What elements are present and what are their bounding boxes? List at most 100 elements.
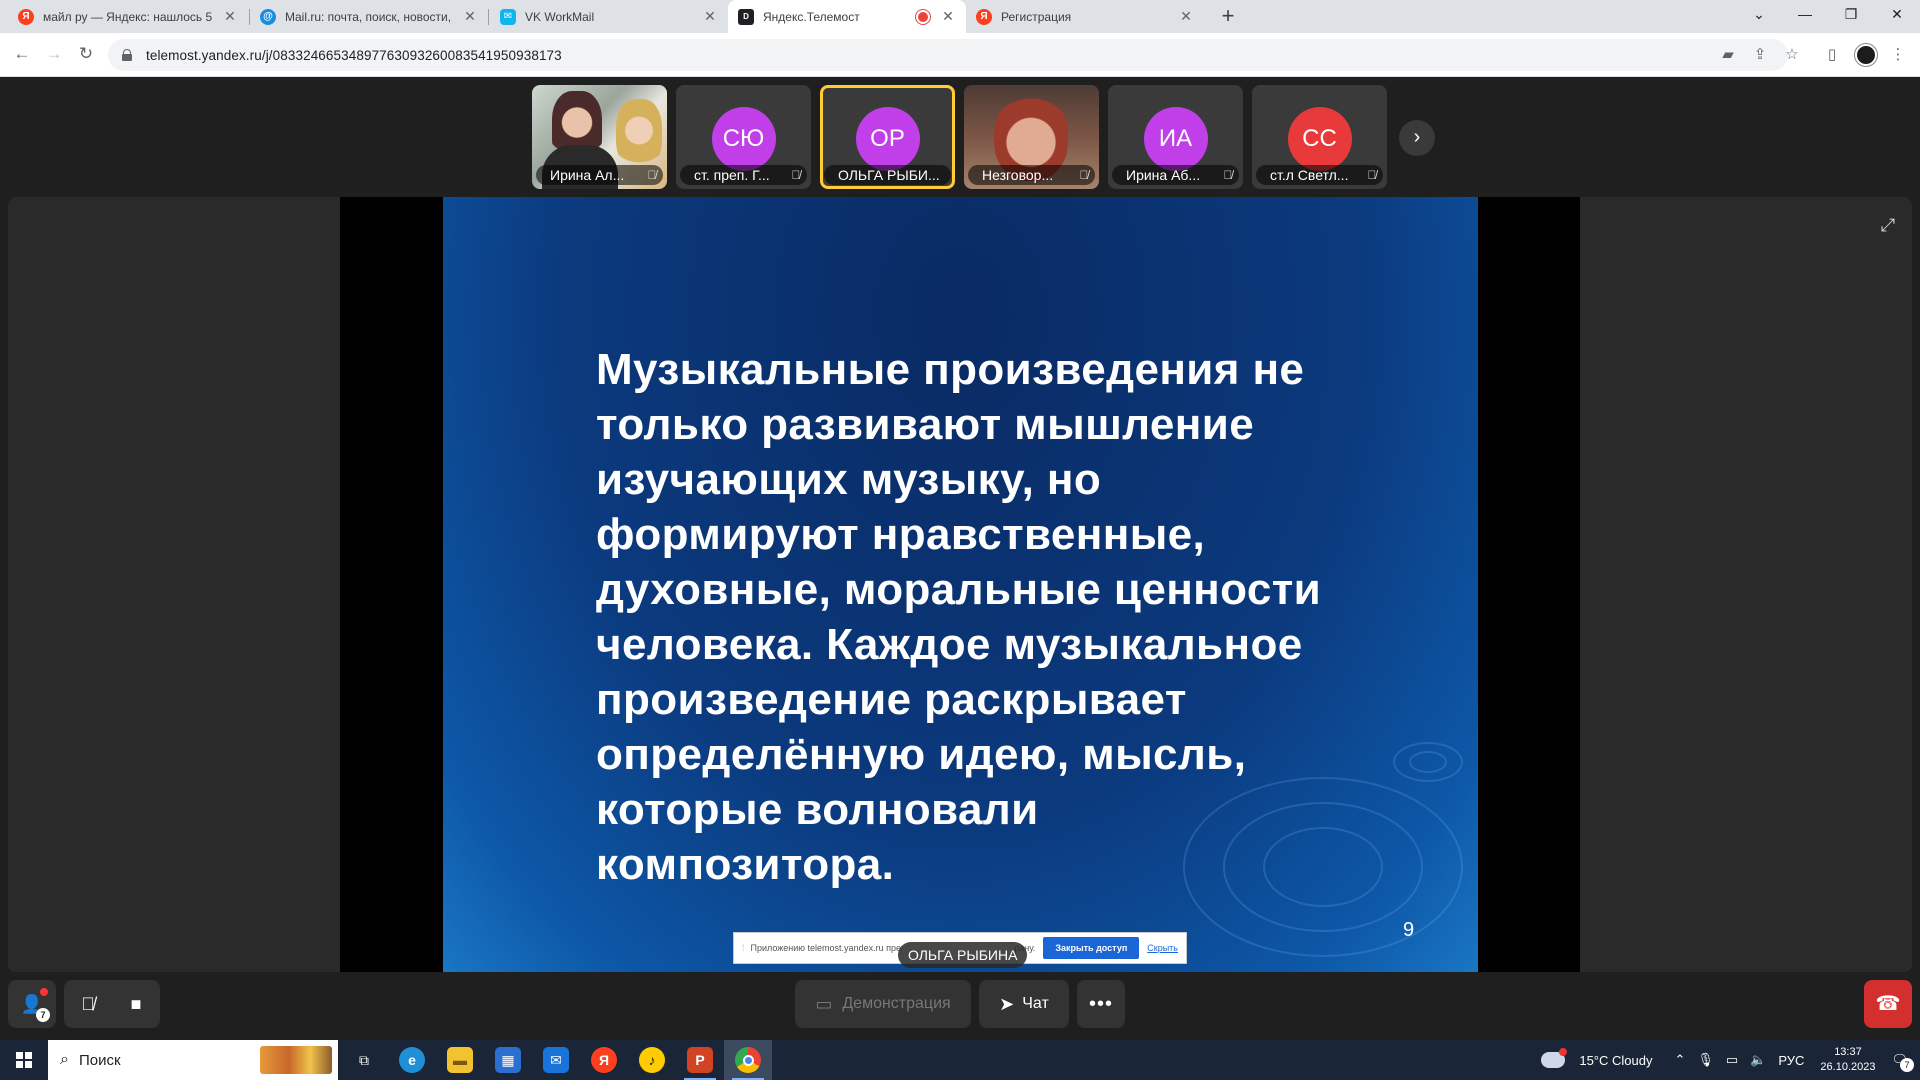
taskbar-powerpoint[interactable]: P — [676, 1040, 724, 1080]
taskbar-store[interactable]: ▦ — [484, 1040, 532, 1080]
system-tray: 15°C Cloudy ⌃ 🎙 ▭ 🔈 РУС 13:37 26.10.2023… — [1541, 1040, 1920, 1080]
lock-icon[interactable] — [122, 49, 132, 61]
reload-icon[interactable]: ↻ — [74, 43, 98, 67]
more-options-button[interactable]: ••• — [1077, 980, 1125, 1028]
new-tab-button[interactable]: + — [1215, 4, 1241, 30]
tab-mailru[interactable]: @ Mail.ru: почта, поиск, новости, ✕ — [250, 0, 488, 33]
more-dots-icon: ••• — [1088, 992, 1113, 1015]
task-view-icon: ⧉ — [359, 1051, 369, 1068]
leave-call-button[interactable]: ☎ — [1864, 980, 1912, 1028]
close-icon[interactable]: ✕ — [702, 8, 718, 25]
tab-divider — [488, 9, 489, 25]
menu-kebab-icon[interactable]: ⋮ — [1886, 43, 1910, 67]
fullscreen-expand-icon[interactable]: ⤢ — [1870, 207, 1906, 243]
share-icon[interactable]: ⇪ — [1748, 43, 1772, 67]
taskbar-chrome[interactable] — [724, 1040, 772, 1080]
drag-handle-icon[interactable]: ⁞ — [742, 943, 745, 953]
folder-icon: ▬ — [447, 1047, 473, 1073]
participant-tile-active-speaker[interactable]: ОР ОЛЬГА РЫБИ... — [820, 85, 955, 189]
participant-avatar: ОР — [855, 107, 920, 171]
bookmark-star-icon[interactable]: ☆ — [1780, 43, 1804, 67]
camera-in-use-icon[interactable]: ▰ — [1716, 43, 1740, 67]
address-bar[interactable]: telemost.yandex.ru/j/0833246653489776309… — [108, 39, 1788, 71]
mic-toggle-button[interactable]: 🎙̸ — [64, 980, 112, 1028]
add-participants-button[interactable]: 👤 7 — [8, 980, 56, 1028]
taskbar-search-placeholder: Поиск — [78, 1051, 121, 1069]
yandex-icon: Я — [18, 8, 34, 25]
tab-yandex-search[interactable]: Я майл ру — Яндекс: нашлось 5 ✕ — [8, 0, 248, 33]
screen-share-button[interactable]: ▭ Демонстрация — [795, 980, 971, 1028]
chat-button[interactable]: ➤ Чат — [979, 980, 1069, 1028]
chevron-right-icon[interactable]: › — [1399, 120, 1435, 156]
taskbar-mail[interactable]: ✉ — [532, 1040, 580, 1080]
url-text[interactable]: telemost.yandex.ru/j/0833246653489776309… — [146, 48, 562, 63]
clock-date: 26.10.2023 — [1820, 1061, 1876, 1073]
yandex-icon: Я — [976, 8, 992, 25]
participant-tile[interactable]: Незговор... 🎙̸ — [964, 85, 1099, 189]
network-icon[interactable]: ▭ — [1726, 1052, 1738, 1068]
mic-off-icon: 🎙̸ — [1223, 168, 1233, 182]
participant-avatar: СЮ — [711, 107, 776, 171]
taskbar-yandex-browser[interactable]: Я — [580, 1040, 628, 1080]
weather-text[interactable]: 15°C Cloudy — [1579, 1053, 1652, 1068]
participants-count-badge: 7 — [36, 1008, 50, 1022]
restore-button[interactable]: ❐ — [1828, 0, 1874, 30]
tab-telemost[interactable]: D Яндекс.Телемост ✕ — [728, 0, 966, 33]
slide-page-number: 9 — [1403, 919, 1415, 941]
telemost-icon: D — [738, 8, 754, 25]
input-language[interactable]: РУС — [1778, 1053, 1804, 1068]
task-view-button[interactable]: ⧉ — [340, 1040, 388, 1080]
chrome-icon — [735, 1047, 761, 1073]
taskbar-explorer[interactable]: ▬ — [436, 1040, 484, 1080]
close-icon[interactable]: ✕ — [940, 8, 956, 25]
chevron-up-icon[interactable]: ⌃ — [1674, 1052, 1685, 1068]
volume-icon[interactable]: 🔈 — [1750, 1052, 1766, 1068]
tab-registration[interactable]: Я Регистрация ✕ — [966, 0, 1204, 33]
start-button[interactable] — [0, 1040, 48, 1080]
participant-tile[interactable]: Ирина Ал... 🎙̸ — [532, 85, 667, 189]
close-window-button[interactable]: ✕ — [1874, 0, 1920, 30]
participant-tile[interactable]: СС ст.л Светл... 🎙̸ — [1252, 85, 1387, 189]
participant-avatar: СС — [1287, 107, 1352, 171]
participant-name: ст. преп. Г... — [694, 167, 770, 183]
participant-label: ст. преп. Г... 🎙̸ — [680, 165, 807, 185]
mic-off-icon: 🎙̸ — [81, 993, 95, 1014]
send-icon: ➤ — [999, 993, 1015, 1014]
close-icon[interactable]: ✕ — [1178, 8, 1194, 25]
taskbar-search[interactable]: ⌕ Поиск — [48, 1040, 338, 1080]
profile-avatar[interactable] — [1855, 44, 1877, 66]
browser-toolbar: ← → ↻ telemost.yandex.ru/j/0833246653489… — [0, 33, 1920, 77]
edge-icon: e — [399, 1047, 425, 1073]
camera-toggle-button[interactable]: ■ — [112, 980, 160, 1028]
tab-search-icon[interactable]: ⌄ — [1736, 0, 1782, 30]
tab-vk-workmail[interactable]: ✉ VK WorkMail ✕ — [490, 0, 728, 33]
system-clock[interactable]: 13:37 26.10.2023 — [1820, 1045, 1875, 1075]
screen-share-icon: ▭ — [815, 993, 833, 1014]
taskbar-yandex-music[interactable]: ♪ — [628, 1040, 676, 1080]
close-icon[interactable]: ✕ — [222, 8, 238, 25]
minimize-button[interactable]: — — [1782, 0, 1828, 30]
mic-off-icon: 🎙̸ — [647, 168, 657, 182]
participant-label: ОЛЬГА РЫБИ... — [824, 165, 951, 185]
clock-time: 13:37 — [1834, 1046, 1862, 1058]
close-icon[interactable]: ✕ — [462, 8, 478, 25]
yandex-browser-icon: Я — [591, 1047, 617, 1073]
participant-tile[interactable]: ИА Ирина Аб... 🎙̸ — [1108, 85, 1243, 189]
taskbar-edge[interactable]: e — [388, 1040, 436, 1080]
notifications-icon[interactable]: 🗨 7 — [1891, 1052, 1914, 1072]
share-banner-text: Приложению telemost.yandex.ru пре — [750, 943, 901, 953]
forward-icon[interactable]: → — [42, 43, 66, 67]
hide-banner-link[interactable]: Скрыть — [1147, 943, 1178, 953]
participant-tile[interactable]: СЮ ст. преп. Г... 🎙̸ — [676, 85, 811, 189]
microphone-icon[interactable]: 🎙 — [1697, 1052, 1714, 1068]
weather-cloud-icon[interactable] — [1541, 1048, 1568, 1068]
mailru-icon: @ — [260, 8, 276, 25]
mic-off-icon: 🎙̸ — [1079, 168, 1089, 182]
search-icon: ⌕ — [60, 1051, 69, 1068]
tab-title: майл ру — Яндекс: нашлось 5 — [43, 9, 213, 24]
side-panel-icon[interactable]: ▯ — [1820, 43, 1844, 67]
participant-avatar: ИА — [1143, 107, 1208, 171]
stop-sharing-button[interactable]: Закрыть доступ — [1043, 937, 1140, 959]
presentation-slide: Музыкальные произведения не только разви… — [443, 197, 1478, 972]
back-icon[interactable]: ← — [10, 43, 34, 67]
